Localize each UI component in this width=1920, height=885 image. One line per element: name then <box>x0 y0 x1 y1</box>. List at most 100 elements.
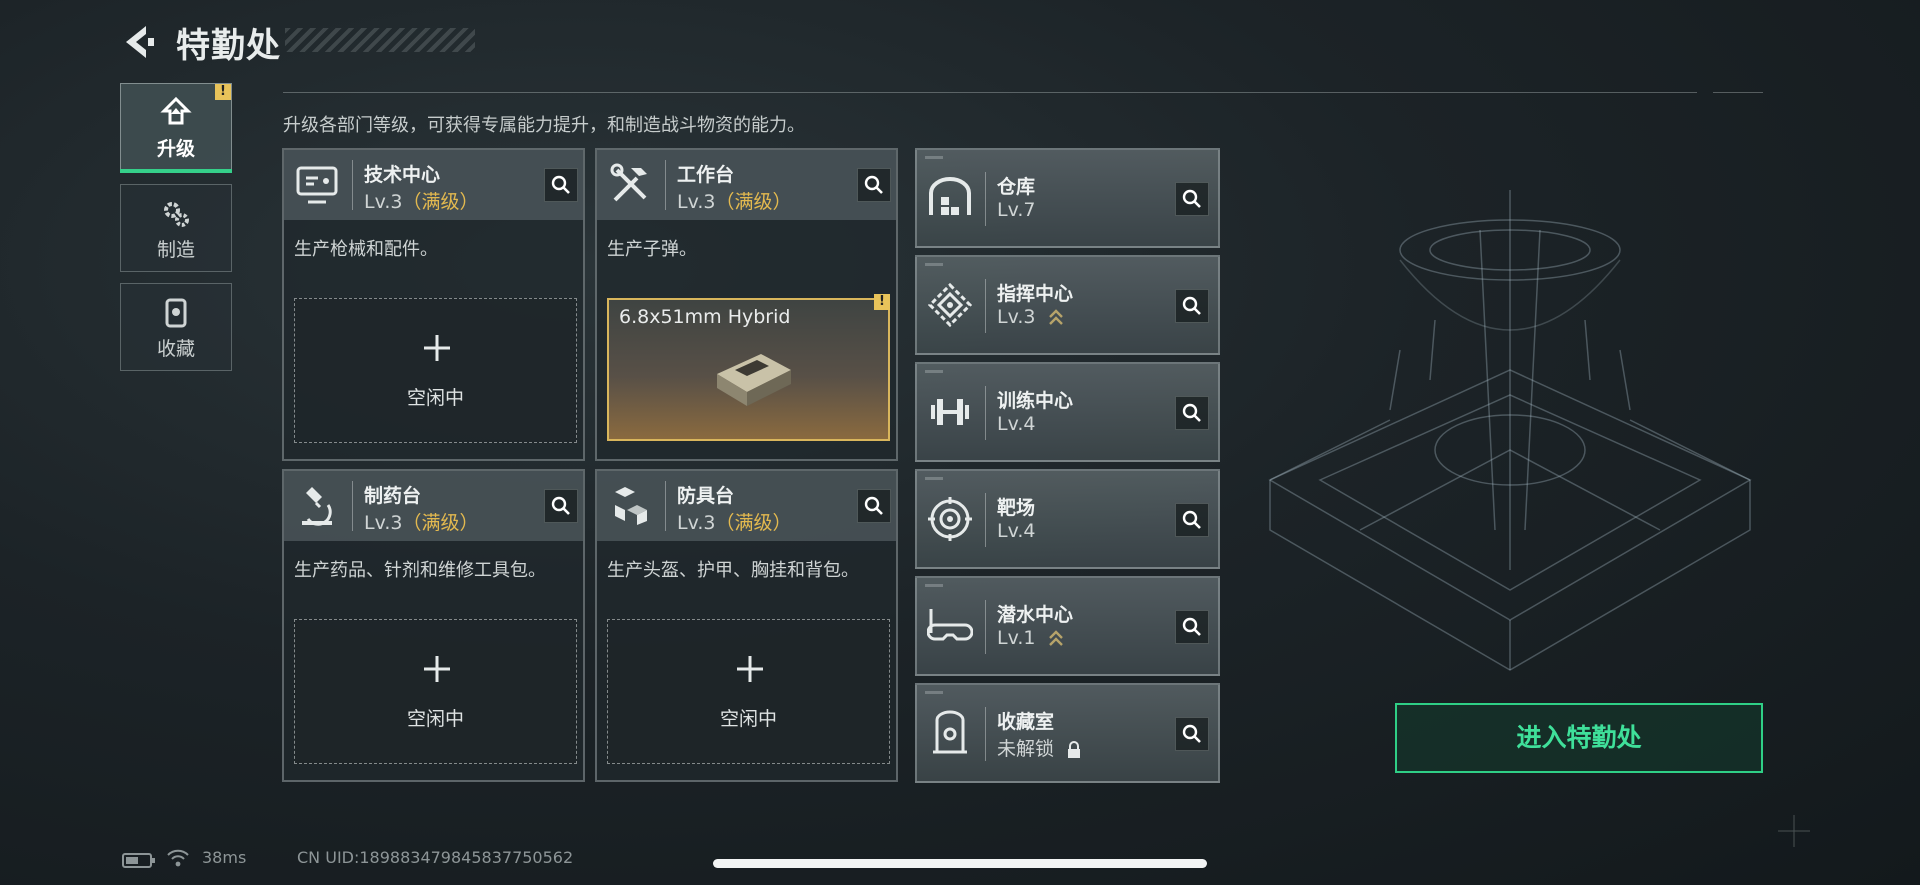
search-button[interactable] <box>857 489 891 523</box>
search-button[interactable] <box>1175 717 1209 751</box>
uid-text: CN UID:18988347984583775056​2 <box>297 848 574 867</box>
search-icon <box>1182 403 1201 422</box>
tab-label: 升级 <box>156 138 195 160</box>
divider <box>985 493 986 547</box>
wifi-icon <box>167 849 189 867</box>
building-level: Lv.4 <box>997 520 1036 542</box>
workshop-card-workbench[interactable]: 工作台 Lv.3（满级） 生产子弹。 6.8x51mm Hybrid ! <box>595 148 898 461</box>
search-button[interactable] <box>857 168 891 202</box>
divider <box>665 481 666 531</box>
crosshair-decoration <box>1778 815 1810 847</box>
building-name: 仓库 <box>997 176 1036 198</box>
gear-icon <box>164 202 189 227</box>
workshop-level: Lv.3（满级） <box>677 512 792 534</box>
enter-special-ops-button[interactable]: 进入特勤处 <box>1395 703 1763 773</box>
tools-icon <box>610 163 647 202</box>
search-icon <box>1182 189 1201 208</box>
slot-status: 空闲中 <box>719 708 777 730</box>
building-command-center[interactable]: 指挥中心 Lv.3 <box>915 255 1220 355</box>
card-header: 工作台 Lv.3（满级） <box>597 150 896 220</box>
dumbbell-icon <box>931 399 969 425</box>
workshop-description: 生产药品、针剂和维修工具包。 <box>294 560 546 581</box>
divider <box>665 160 666 210</box>
divider <box>985 386 986 440</box>
search-button[interactable] <box>1175 503 1209 537</box>
search-icon <box>551 175 570 194</box>
workshop-card-armor[interactable]: 防具台 Lv.3（满级） 生产头盔、护甲、胸挂和背包。 空闲中 <box>595 469 898 782</box>
plus-icon <box>424 656 450 682</box>
crafting-item-slot[interactable]: 6.8x51mm Hybrid <box>607 298 890 441</box>
upgrade-available-icon <box>1048 308 1063 325</box>
corner-mark <box>925 477 943 480</box>
target-icon <box>928 497 972 541</box>
divider <box>985 600 986 654</box>
divider <box>283 92 1697 93</box>
workshop-level: Lv.3（满级） <box>677 191 792 213</box>
home-indicator[interactable] <box>713 859 1207 868</box>
workshop-card-tech[interactable]: 技术中心 Lv.3（满级） 生产枪械和配件。 空闲中 <box>282 148 585 461</box>
page-title: 特勤处 <box>176 26 281 66</box>
lock-icon <box>1068 740 1081 758</box>
building-diving-center[interactable]: 潜水中心 Lv.1 <box>915 576 1220 676</box>
search-icon <box>551 496 570 515</box>
search-button[interactable] <box>1175 289 1209 323</box>
plus-icon <box>424 335 450 361</box>
card-header: 制药台 Lv.3（满级） <box>284 471 583 541</box>
search-button[interactable] <box>1175 396 1209 430</box>
divider <box>352 481 353 531</box>
tab-label: 制造 <box>156 239 195 261</box>
building-level: Lv.1 <box>997 627 1064 649</box>
workshop-description: 生产子弹。 <box>607 239 697 260</box>
building-level: Lv.3 <box>997 306 1064 328</box>
divider <box>985 172 986 226</box>
ping-text: 38ms <box>202 848 247 867</box>
building-name: 收藏室 <box>997 711 1055 733</box>
tab-craft[interactable]: 制造 <box>120 184 232 272</box>
divider <box>985 707 986 761</box>
card-header: 技术中心 Lv.3（满级） <box>284 150 583 220</box>
tab-collection[interactable]: 收藏 <box>120 283 232 371</box>
workshop-name: 工作台 <box>677 164 735 186</box>
corner-mark <box>925 263 943 266</box>
building-shooting-range[interactable]: 靶场 Lv.4 <box>915 469 1220 569</box>
page-description: 升级各部门等级，可获得专属能力提升，和制造战斗物资的能力。 <box>283 115 805 136</box>
workshop-name: 技术中心 <box>364 164 441 186</box>
divider <box>985 279 986 333</box>
building-level: 未解锁 <box>997 734 1082 761</box>
building-level: Lv.4 <box>997 413 1036 435</box>
building-name: 指挥中心 <box>997 283 1074 305</box>
warehouse-icon <box>929 177 971 215</box>
search-button[interactable] <box>1175 610 1209 644</box>
search-button[interactable] <box>544 168 578 202</box>
building-name: 靶场 <box>997 497 1036 519</box>
plus-icon <box>737 656 763 682</box>
active-tab-indicator <box>120 169 232 173</box>
workshop-name: 防具台 <box>677 485 735 507</box>
search-icon <box>1182 296 1201 315</box>
workshop-card-pharmacy[interactable]: 制药台 Lv.3（满级） 生产药品、针剂和维修工具包。 空闲中 <box>282 469 585 782</box>
production-slot[interactable]: 空闲中 <box>607 619 890 764</box>
workshop-name: 制药台 <box>364 485 422 507</box>
corner-mark <box>925 370 943 373</box>
production-slot[interactable]: 空闲中 <box>294 619 577 764</box>
building-warehouse[interactable]: 仓库 Lv.7 <box>915 148 1220 248</box>
back-arrow-icon[interactable] <box>118 22 158 62</box>
production-slot[interactable]: 空闲中 <box>294 298 577 443</box>
corner-mark <box>925 584 943 587</box>
card-header: 防具台 Lv.3（满级） <box>597 471 896 541</box>
tab-label: 收藏 <box>156 338 195 360</box>
search-button[interactable] <box>544 489 578 523</box>
building-name: 训练中心 <box>997 390 1074 412</box>
search-icon <box>864 175 883 194</box>
building-training-center[interactable]: 训练中心 Lv.4 <box>915 362 1220 462</box>
diving-mask-icon <box>927 609 973 641</box>
corner-mark <box>925 691 943 694</box>
search-icon <box>864 496 883 515</box>
workshop-level: Lv.3（满级） <box>364 512 479 534</box>
search-icon <box>1182 617 1201 636</box>
building-collection-room[interactable]: 收藏室 未解锁 <box>915 683 1220 783</box>
command-icon <box>927 282 973 328</box>
search-button[interactable] <box>1175 182 1209 216</box>
armor-blocks-icon <box>615 487 647 525</box>
upgrade-icon <box>160 96 192 125</box>
